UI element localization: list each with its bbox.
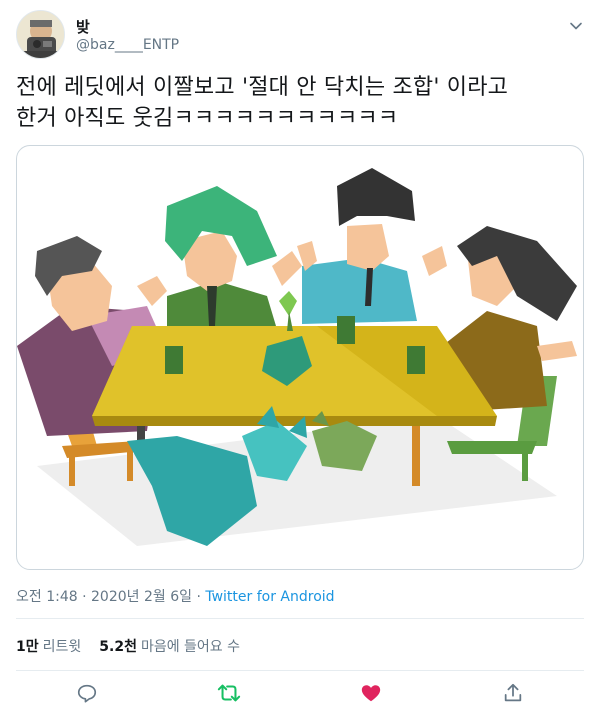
retweet-icon[interactable] xyxy=(216,680,242,706)
avatar[interactable] xyxy=(16,10,65,59)
tweet-text: 전에 레딧에서 이짤보고 '절대 안 닥치는 조합' 이라고 한거 아직도 웃김… xyxy=(16,72,584,134)
share-icon[interactable] xyxy=(500,680,526,706)
illustration-people-at-table xyxy=(17,168,577,546)
retweets-stat[interactable]: 1만 리트윗 xyxy=(16,636,81,656)
tweet-metadata: 오전 1:48 · 2020년 2월 6일 · Twitter for Andr… xyxy=(16,586,335,606)
heart-icon[interactable] xyxy=(358,680,384,706)
divider xyxy=(16,670,584,671)
reply-icon[interactable] xyxy=(74,680,100,706)
display-name[interactable]: 밪 xyxy=(76,16,90,37)
meta-separator: · xyxy=(82,589,87,605)
retweets-count: 1만 xyxy=(16,639,39,655)
likes-stat[interactable]: 5.2천 마음에 들어요 수 xyxy=(99,636,240,656)
tweet-image[interactable] xyxy=(16,145,584,570)
likes-count: 5.2천 xyxy=(99,639,137,655)
tweet-text-line: 전에 레딧에서 이짤보고 '절대 안 닥치는 조합' 이라고 xyxy=(16,75,509,100)
user-handle[interactable]: @baz____ENTP xyxy=(76,37,179,53)
tweet-actions xyxy=(16,680,584,710)
likes-label: 마음에 들어요 수 xyxy=(140,639,241,655)
tweet-stats: 1만 리트윗 5.2천 마음에 들어요 수 xyxy=(16,636,240,656)
tweet-text-line: 한거 아직도 웃김ㅋㅋㅋㅋㅋㅋㅋㅋㅋㅋㅋ xyxy=(16,106,399,131)
tweet-header: 밪 @baz____ENTP xyxy=(16,10,584,62)
tweet-time[interactable]: 오전 1:48 xyxy=(16,589,78,605)
tweet-date[interactable]: 2020년 2월 6일 xyxy=(91,589,192,605)
meta-separator: · xyxy=(196,589,201,605)
tweet-source-link[interactable]: Twitter for Android xyxy=(205,589,334,605)
divider xyxy=(16,618,584,619)
chevron-down-icon[interactable] xyxy=(568,18,584,34)
retweets-label: 리트윗 xyxy=(42,639,82,655)
